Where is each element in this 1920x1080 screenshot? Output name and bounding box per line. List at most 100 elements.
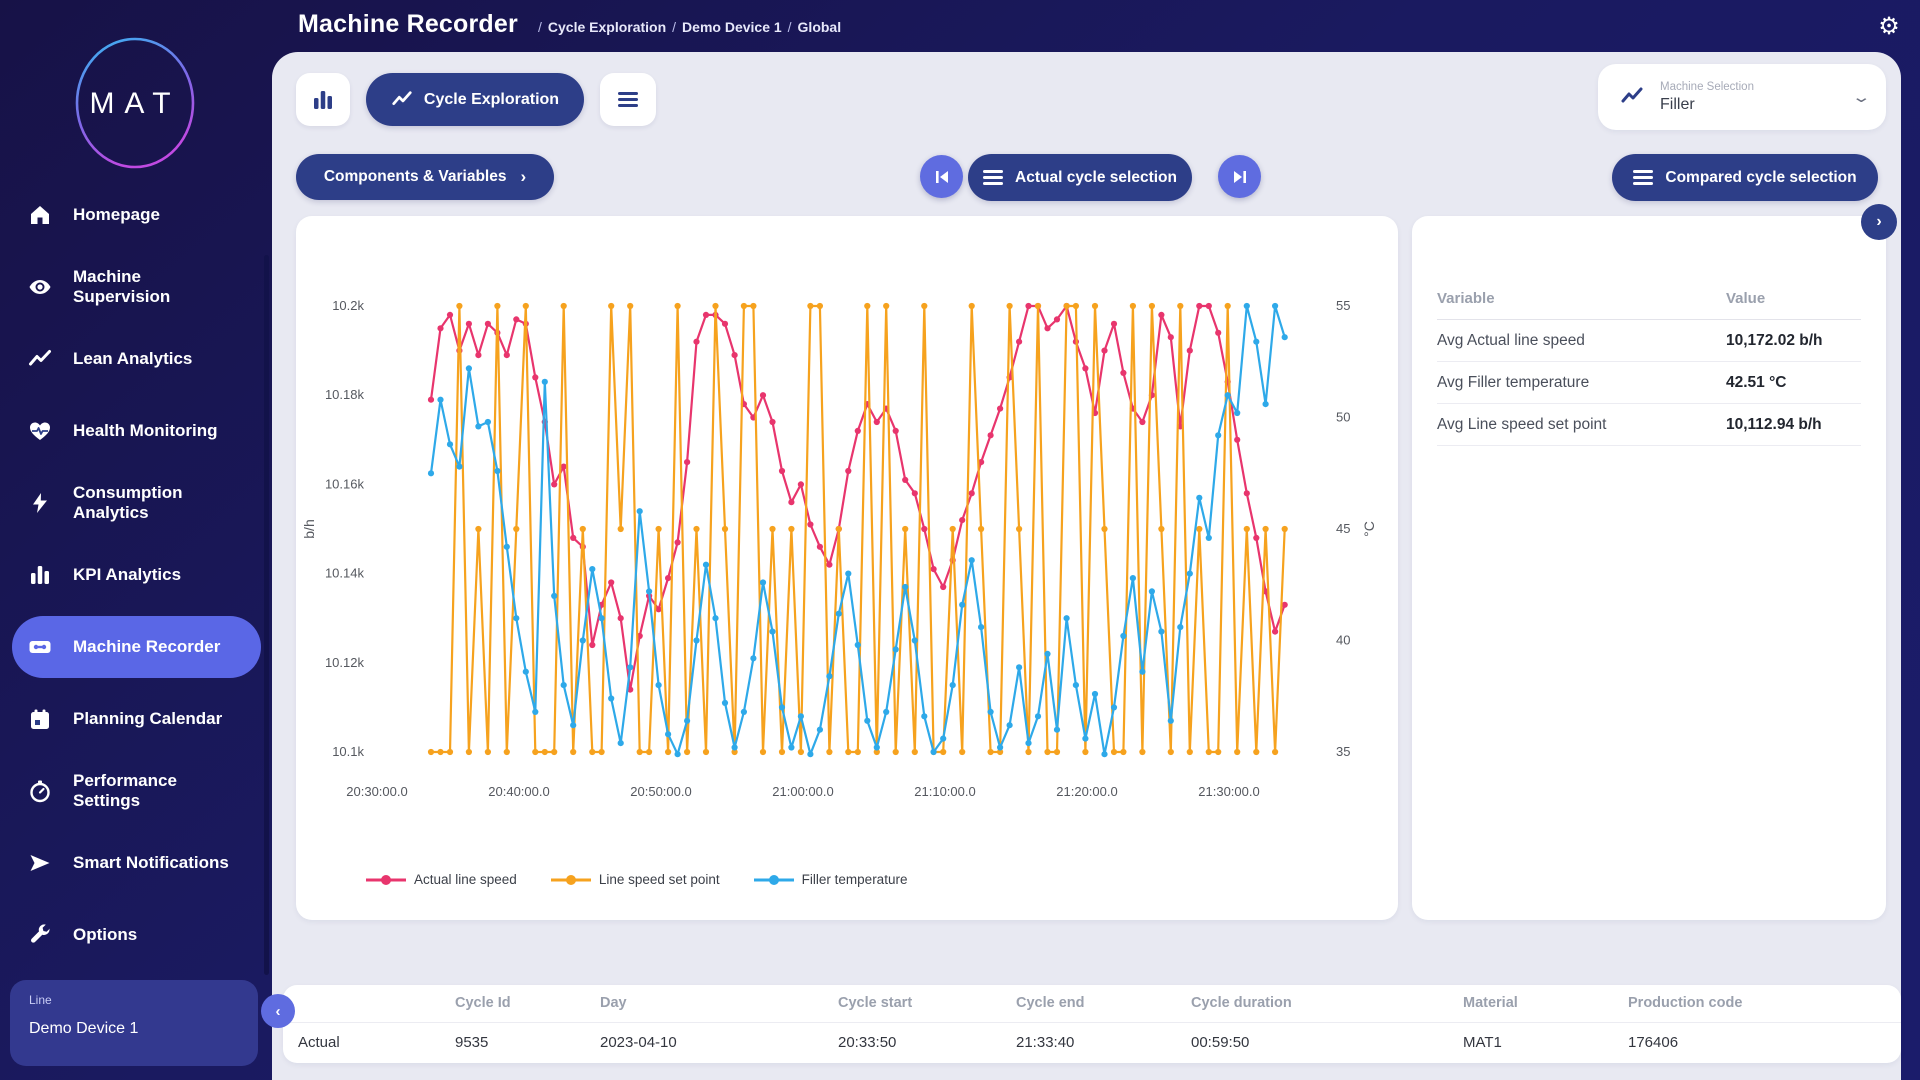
sidebar-item-smart-notifications[interactable]: Smart Notifications bbox=[0, 827, 272, 899]
value-column-header: Value bbox=[1726, 290, 1765, 307]
trend-icon bbox=[1620, 85, 1644, 109]
actual-cycle-selection-button[interactable]: Actual cycle selection bbox=[968, 154, 1192, 201]
chart-legend: Actual line speed Line speed set point Fil… bbox=[366, 872, 941, 887]
variable-value: 10,112.94 b/h bbox=[1726, 416, 1822, 434]
trend-icon bbox=[391, 89, 413, 111]
sidebar-item-homepage[interactable]: Homepage bbox=[0, 179, 272, 251]
y-left-tick: 10.2k bbox=[332, 298, 364, 313]
page-title: Machine Recorder bbox=[298, 10, 518, 39]
bolt-icon bbox=[27, 490, 53, 516]
legend-marker bbox=[366, 874, 406, 886]
sidebar-item-machine-supervision[interactable]: Machine Supervision bbox=[0, 251, 272, 323]
gear-icon[interactable]: ⚙ bbox=[1874, 12, 1904, 42]
menu-icon bbox=[1633, 167, 1653, 188]
variable-name: Avg Filler temperature bbox=[1437, 374, 1726, 392]
next-cycle-button[interactable] bbox=[1218, 155, 1261, 198]
menu-view-button[interactable] bbox=[600, 73, 656, 126]
x-tick: 20:50:00.0 bbox=[630, 784, 691, 799]
cycle-column-header: Production code bbox=[1628, 985, 1742, 1022]
cycle-column-header: Day bbox=[600, 985, 627, 1022]
sidebar-item-label: Options bbox=[73, 925, 243, 945]
bar-chart-view-button[interactable] bbox=[296, 73, 350, 126]
variable-name: Avg Line speed set point bbox=[1437, 416, 1726, 434]
machine-selection-label: Machine Selection bbox=[1660, 81, 1754, 93]
menu-icon bbox=[983, 167, 1003, 188]
mat-logo: MAT bbox=[63, 31, 207, 175]
x-tick: 20:40:00.0 bbox=[488, 784, 549, 799]
skip-next-icon bbox=[1232, 169, 1248, 185]
breadcrumb-item[interactable]: Demo Device 1 bbox=[682, 19, 782, 35]
eye-icon bbox=[27, 274, 53, 300]
content-area: Cycle Exploration Machine Selection Fill… bbox=[272, 52, 1901, 1080]
variables-header-row: Variable Value bbox=[1437, 278, 1861, 320]
legend-item[interactable]: Filler temperature bbox=[754, 872, 908, 887]
actual-cycle-label: Actual cycle selection bbox=[1015, 169, 1177, 187]
line-value: Demo Device 1 bbox=[29, 1020, 138, 1038]
variable-row[interactable]: Avg Line speed set point10,112.94 b/h bbox=[1437, 404, 1861, 446]
y-right-tick: 45 bbox=[1336, 521, 1350, 536]
x-tick: 20:30:00.0 bbox=[346, 784, 407, 799]
sidebar-item-lean-analytics[interactable]: Lean Analytics bbox=[0, 323, 272, 395]
y-left-tick: 10.1k bbox=[332, 744, 364, 759]
y-right-tick: 50 bbox=[1336, 410, 1350, 425]
sidebar-scrollbar[interactable] bbox=[264, 255, 269, 975]
sidebar-item-label: Consumption Analytics bbox=[73, 483, 243, 522]
cycle-line-chart[interactable]: 10.2k10.18k10.16k10.14k10.12k10.1k555045… bbox=[296, 216, 1398, 920]
sidebar-item-label: Smart Notifications bbox=[73, 853, 243, 873]
cycle-column-header: Cycle end bbox=[1016, 985, 1085, 1022]
send-icon bbox=[27, 850, 53, 876]
tab-label: Cycle Exploration bbox=[424, 91, 559, 109]
heart-pulse-icon bbox=[27, 418, 53, 444]
compared-cycle-selection-button[interactable]: Compared cycle selection bbox=[1612, 154, 1878, 201]
cycle-row-label: Actual bbox=[298, 1022, 340, 1063]
sidebar-item-consumption-analytics[interactable]: Consumption Analytics bbox=[0, 467, 272, 539]
machine-selection-dropdown[interactable]: Machine Selection Filler ⌄ bbox=[1598, 64, 1886, 130]
y-right-tick: 55 bbox=[1336, 298, 1350, 313]
recorder-icon bbox=[27, 634, 53, 660]
sidebar-item-options[interactable]: Options bbox=[0, 899, 272, 971]
previous-cycle-button[interactable] bbox=[920, 155, 963, 198]
legend-item[interactable]: Line speed set point bbox=[551, 872, 720, 887]
tab-cycle-exploration[interactable]: Cycle Exploration bbox=[366, 73, 584, 126]
sidebar-item-machine-recorder[interactable]: Machine Recorder bbox=[0, 611, 272, 683]
breadcrumb-separator: / bbox=[672, 19, 676, 35]
sidebar-item-planning-calendar[interactable]: Planning Calendar bbox=[0, 683, 272, 755]
panel-expand-button[interactable]: › bbox=[1861, 204, 1897, 240]
y-left-tick: 10.12k bbox=[325, 655, 365, 670]
x-tick: 21:20:00.0 bbox=[1056, 784, 1117, 799]
variable-row[interactable]: Avg Actual line speed10,172.02 b/h bbox=[1437, 320, 1861, 362]
sidebar-item-kpi-analytics[interactable]: KPI Analytics bbox=[0, 539, 272, 611]
chevron-down-icon: ⌄ bbox=[1852, 88, 1872, 106]
wrench-icon bbox=[27, 922, 53, 948]
sidebar: MAT Homepage Machine SupervisionLean Anal… bbox=[0, 0, 272, 1080]
breadcrumb-item[interactable]: Cycle Exploration bbox=[548, 19, 666, 35]
trend-icon bbox=[27, 346, 53, 372]
components-variables-button[interactable]: Components & Variables › bbox=[296, 154, 554, 200]
cycle-table-card: Cycle IdDayCycle startCycle endCycle dur… bbox=[283, 985, 1901, 1063]
y-left-tick: 10.18k bbox=[325, 387, 365, 402]
cycle-column-header: Cycle duration bbox=[1191, 985, 1292, 1022]
legend-item[interactable]: Actual line speed bbox=[366, 872, 517, 887]
breadcrumb: /Cycle Exploration/Demo Device 1/Global bbox=[532, 19, 841, 35]
legend-marker bbox=[754, 874, 794, 886]
compared-cycle-label: Compared cycle selection bbox=[1665, 169, 1856, 187]
line-label: Line bbox=[29, 993, 52, 1007]
app-window: MAT Homepage Machine SupervisionLean Anal… bbox=[0, 0, 1920, 1080]
cycle-cell: 20:33:50 bbox=[838, 1022, 896, 1063]
sidebar-item-health-monitoring[interactable]: Health Monitoring bbox=[0, 395, 272, 467]
chevron-right-icon: › bbox=[1876, 213, 1881, 231]
sidebar-item-performance-settings[interactable]: Performance Settings bbox=[0, 755, 272, 827]
chevron-right-icon: › bbox=[520, 167, 526, 187]
machine-selection-value: Filler bbox=[1660, 96, 1754, 114]
sidebar-collapse-button[interactable]: ‹ bbox=[261, 994, 295, 1028]
legend-label: Filler temperature bbox=[802, 872, 908, 887]
y-right-axis-label: °C bbox=[1361, 521, 1377, 537]
line-selector-card[interactable]: Line Demo Device 1 bbox=[10, 980, 258, 1066]
x-tick: 21:30:00.0 bbox=[1198, 784, 1259, 799]
sidebar-item-label: Homepage bbox=[73, 205, 243, 225]
x-tick: 21:10:00.0 bbox=[914, 784, 975, 799]
home-icon bbox=[27, 202, 53, 228]
y-right-tick: 40 bbox=[1336, 633, 1350, 648]
breadcrumb-item[interactable]: Global bbox=[798, 19, 842, 35]
variable-row[interactable]: Avg Filler temperature42.51 °C bbox=[1437, 362, 1861, 404]
